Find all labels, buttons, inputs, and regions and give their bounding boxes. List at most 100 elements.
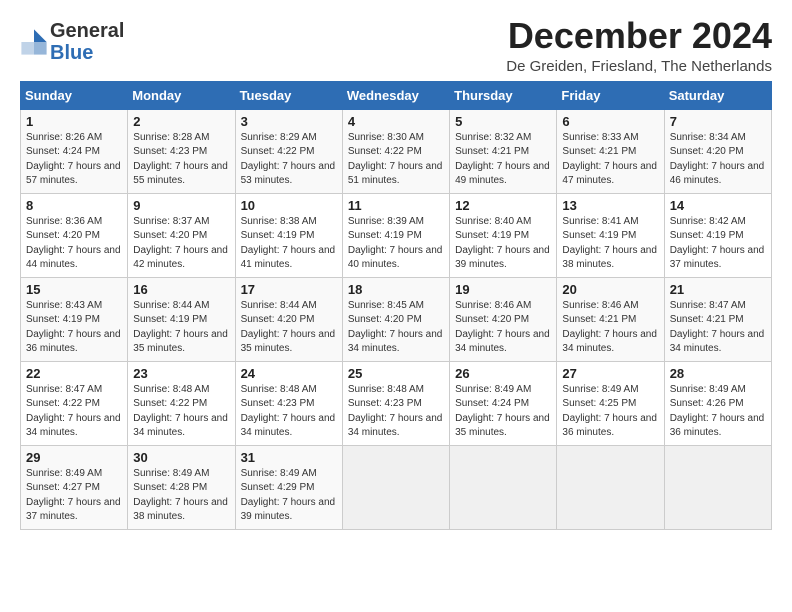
cell-info: Sunrise: 8:49 AMSunset: 4:24 PMDaylight:…: [455, 383, 551, 441]
cell-info: Sunrise: 8:40 AMSunset: 4:19 PMDaylight:…: [455, 215, 551, 273]
calendar-cell: 26Sunrise: 8:49 AMSunset: 4:24 PMDayligh…: [450, 361, 557, 445]
calendar-cell: 17 Sunrise: 8:44 AMSunset: 4:20 PMDayligh…: [235, 277, 342, 361]
calendar-cell: 7Sunrise: 8:34 AMSunset: 4:20 PMDaylight…: [664, 109, 771, 193]
calendar-cell: 10 Sunrise: 8:38 AMSunset: 4:19 PMDayligh…: [235, 193, 342, 277]
logo-icon: [20, 28, 48, 56]
calendar-cell: 22 Sunrise: 8:47 AMSunset: 4:22 PMDayligh…: [21, 361, 128, 445]
cell-info: Sunrise: 8:48 AMSunset: 4:22 PMDaylight:…: [133, 383, 229, 441]
day-number: 4: [348, 114, 444, 129]
day-number: 24: [241, 366, 337, 381]
day-number: 28: [670, 366, 766, 381]
day-number: 3: [241, 114, 337, 129]
day-number: 14: [670, 198, 766, 213]
cell-info: Sunrise: 8:49 AMSunset: 4:29 PMDaylight:…: [241, 467, 337, 525]
day-number: 22: [26, 366, 122, 381]
day-number: 9: [133, 198, 229, 213]
calendar-cell: 23 Sunrise: 8:48 AMSunset: 4:22 PMDayligh…: [128, 361, 235, 445]
day-number: 1: [26, 114, 122, 129]
calendar-week-1: 1 Sunrise: 8:26 AMSunset: 4:24 PMDaylight…: [21, 109, 772, 193]
cell-info: Sunrise: 8:44 AMSunset: 4:20 PMDaylight:…: [241, 299, 337, 357]
day-number: 8: [26, 198, 122, 213]
weekday-header-monday: Monday: [128, 81, 235, 109]
calendar-cell: 13 Sunrise: 8:41 AMSunset: 4:19 PMDayligh…: [557, 193, 664, 277]
calendar-cell: [557, 445, 664, 529]
cell-info: Sunrise: 8:37 AMSunset: 4:20 PMDaylight:…: [133, 215, 229, 273]
weekday-header-sunday: Sunday: [21, 81, 128, 109]
weekday-header-tuesday: Tuesday: [235, 81, 342, 109]
calendar-cell: 6Sunrise: 8:33 AMSunset: 4:21 PMDaylight…: [557, 109, 664, 193]
weekday-header-thursday: Thursday: [450, 81, 557, 109]
calendar-cell: 5Sunrise: 8:32 AMSunset: 4:21 PMDaylight…: [450, 109, 557, 193]
cell-info: Sunrise: 8:39 AMSunset: 4:19 PMDaylight:…: [348, 215, 444, 273]
day-number: 25: [348, 366, 444, 381]
cell-info: Sunrise: 8:48 AMSunset: 4:23 PMDaylight:…: [241, 383, 337, 441]
cell-info: Sunrise: 8:47 AMSunset: 4:21 PMDaylight:…: [670, 299, 766, 357]
title-block: December 2024 De Greiden, Friesland, The…: [506, 16, 772, 75]
day-number: 27: [562, 366, 658, 381]
cell-info: Sunrise: 8:46 AMSunset: 4:20 PMDaylight:…: [455, 299, 551, 357]
cell-info: Sunrise: 8:43 AMSunset: 4:19 PMDaylight:…: [26, 299, 122, 357]
calendar-table: SundayMondayTuesdayWednesdayThursdayFrid…: [20, 81, 772, 530]
day-number: 10: [241, 198, 337, 213]
day-number: 23: [133, 366, 229, 381]
cell-info: Sunrise: 8:30 AMSunset: 4:22 PMDaylight:…: [348, 131, 444, 189]
calendar-cell: [664, 445, 771, 529]
calendar-cell: 14Sunrise: 8:42 AMSunset: 4:19 PMDayligh…: [664, 193, 771, 277]
page: General Blue December 2024 De Greiden, F…: [0, 0, 792, 540]
logo: General Blue: [20, 20, 124, 64]
cell-info: Sunrise: 8:47 AMSunset: 4:22 PMDaylight:…: [26, 383, 122, 441]
calendar-cell: 27 Sunrise: 8:49 AMSunset: 4:25 PMDayligh…: [557, 361, 664, 445]
day-number: 19: [455, 282, 551, 297]
header: General Blue December 2024 De Greiden, F…: [20, 16, 772, 75]
logo-general: General: [50, 20, 124, 42]
calendar-week-2: 8 Sunrise: 8:36 AMSunset: 4:20 PMDaylight…: [21, 193, 772, 277]
day-number: 16: [133, 282, 229, 297]
calendar-cell: 30 Sunrise: 8:49 AMSunset: 4:28 PMDayligh…: [128, 445, 235, 529]
cell-info: Sunrise: 8:49 AMSunset: 4:28 PMDaylight:…: [133, 467, 229, 525]
day-number: 17: [241, 282, 337, 297]
day-number: 12: [455, 198, 551, 213]
calendar-cell: [450, 445, 557, 529]
calendar-cell: 21 Sunrise: 8:47 AMSunset: 4:21 PMDayligh…: [664, 277, 771, 361]
day-number: 5: [455, 114, 551, 129]
day-number: 13: [562, 198, 658, 213]
cell-info: Sunrise: 8:38 AMSunset: 4:19 PMDaylight:…: [241, 215, 337, 273]
weekday-header-saturday: Saturday: [664, 81, 771, 109]
weekday-header-friday: Friday: [557, 81, 664, 109]
weekday-header-row: SundayMondayTuesdayWednesdayThursdayFrid…: [21, 81, 772, 109]
month-title: December 2024: [506, 16, 772, 56]
calendar-cell: 18Sunrise: 8:45 AMSunset: 4:20 PMDayligh…: [342, 277, 449, 361]
calendar-cell: 19 Sunrise: 8:46 AMSunset: 4:20 PMDayligh…: [450, 277, 557, 361]
cell-info: Sunrise: 8:36 AMSunset: 4:20 PMDaylight:…: [26, 215, 122, 273]
calendar-cell: 3Sunrise: 8:29 AMSunset: 4:22 PMDaylight…: [235, 109, 342, 193]
calendar-cell: 1 Sunrise: 8:26 AMSunset: 4:24 PMDaylight…: [21, 109, 128, 193]
logo-blue: Blue: [50, 42, 124, 64]
day-number: 7: [670, 114, 766, 129]
cell-info: Sunrise: 8:46 AMSunset: 4:21 PMDaylight:…: [562, 299, 658, 357]
day-number: 20: [562, 282, 658, 297]
calendar-cell: 12 Sunrise: 8:40 AMSunset: 4:19 PMDayligh…: [450, 193, 557, 277]
calendar-cell: 4 Sunrise: 8:30 AMSunset: 4:22 PMDaylight…: [342, 109, 449, 193]
cell-info: Sunrise: 8:49 AMSunset: 4:27 PMDaylight:…: [26, 467, 122, 525]
calendar-cell: 20 Sunrise: 8:46 AMSunset: 4:21 PMDayligh…: [557, 277, 664, 361]
calendar-cell: 28Sunrise: 8:49 AMSunset: 4:26 PMDayligh…: [664, 361, 771, 445]
cell-info: Sunrise: 8:49 AMSunset: 4:25 PMDaylight:…: [562, 383, 658, 441]
day-number: 29: [26, 450, 122, 465]
day-number: 21: [670, 282, 766, 297]
cell-info: Sunrise: 8:26 AMSunset: 4:24 PMDaylight:…: [26, 131, 122, 189]
day-number: 6: [562, 114, 658, 129]
day-number: 18: [348, 282, 444, 297]
cell-info: Sunrise: 8:28 AMSunset: 4:23 PMDaylight:…: [133, 131, 229, 189]
weekday-header-wednesday: Wednesday: [342, 81, 449, 109]
day-number: 30: [133, 450, 229, 465]
calendar-cell: 16 Sunrise: 8:44 AMSunset: 4:19 PMDayligh…: [128, 277, 235, 361]
calendar-cell: 2Sunrise: 8:28 AMSunset: 4:23 PMDaylight…: [128, 109, 235, 193]
calendar-cell: 31 Sunrise: 8:49 AMSunset: 4:29 PMDayligh…: [235, 445, 342, 529]
calendar-cell: 24 Sunrise: 8:48 AMSunset: 4:23 PMDayligh…: [235, 361, 342, 445]
cell-info: Sunrise: 8:41 AMSunset: 4:19 PMDaylight:…: [562, 215, 658, 273]
day-number: 31: [241, 450, 337, 465]
calendar-cell: [342, 445, 449, 529]
calendar-week-5: 29 Sunrise: 8:49 AMSunset: 4:27 PMDayligh…: [21, 445, 772, 529]
cell-info: Sunrise: 8:48 AMSunset: 4:23 PMDaylight:…: [348, 383, 444, 441]
cell-info: Sunrise: 8:44 AMSunset: 4:19 PMDaylight:…: [133, 299, 229, 357]
